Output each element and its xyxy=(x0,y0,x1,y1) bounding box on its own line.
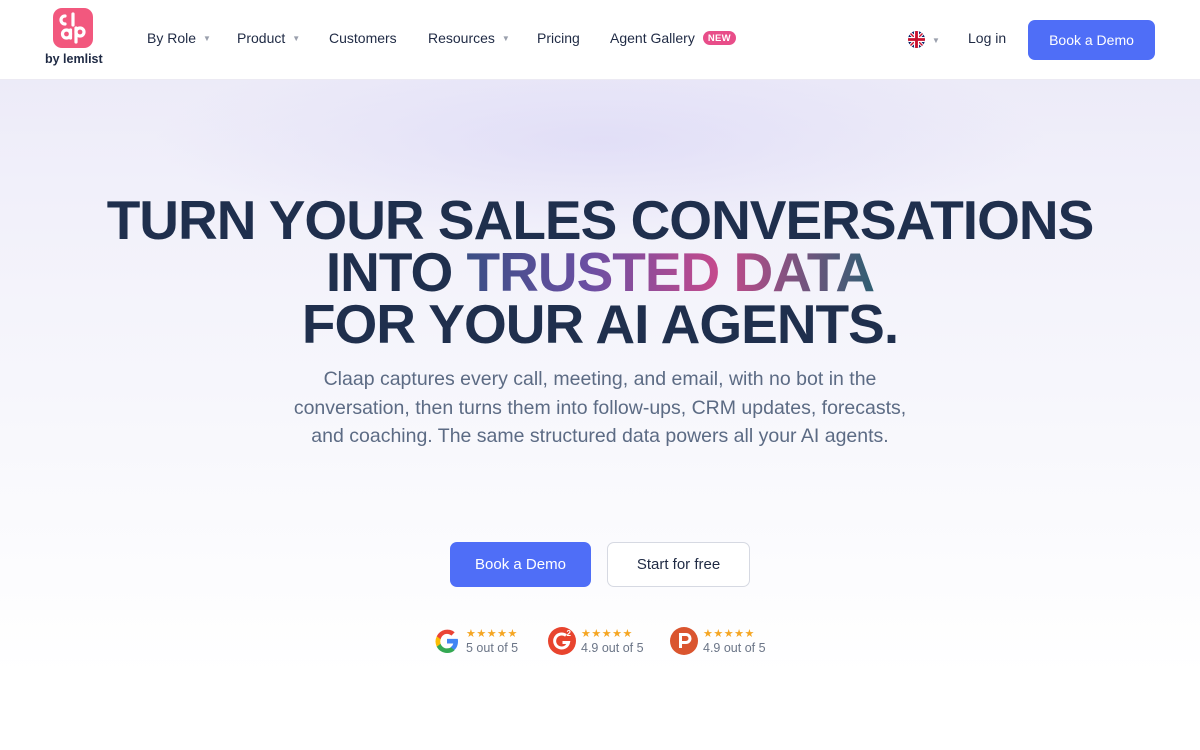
nav-label: Customers xyxy=(329,30,397,46)
rating-stars: ★★★★★ xyxy=(466,628,518,640)
rating-score: 4.9 out of 5 xyxy=(703,641,766,655)
chevron-down-icon: ▼ xyxy=(292,34,301,43)
book-demo-button[interactable]: Book a Demo xyxy=(450,542,591,587)
chevron-down-icon: ▼ xyxy=(932,35,940,45)
headline-line-3: FOR YOUR AI AGENTS. xyxy=(301,293,899,355)
producthunt-icon xyxy=(669,626,699,656)
svg-text:2: 2 xyxy=(567,629,572,638)
uk-flag-icon xyxy=(908,31,925,48)
nav-agent-gallery[interactable]: Agent Gallery NEW xyxy=(610,30,736,46)
logo-subtitle: by lemlist xyxy=(45,52,103,66)
chevron-down-icon: ▼ xyxy=(501,34,510,43)
rating-score: 5 out of 5 xyxy=(466,641,519,655)
nav-label: Agent Gallery xyxy=(610,30,695,46)
g2-icon: 2 xyxy=(547,626,577,656)
rating-producthunt: ★★★★★ 4.9 out of 5 xyxy=(669,626,779,658)
rating-stars: ★★★★★ xyxy=(703,628,755,640)
rating-score: 4.9 out of 5 xyxy=(581,641,644,655)
chevron-down-icon: ▼ xyxy=(203,34,211,43)
nav-label: Product xyxy=(237,30,286,46)
rating-stars: ★★★★★ xyxy=(581,628,633,640)
language-selector[interactable]: ▼ xyxy=(908,31,940,48)
nav-resources[interactable]: Resources ▼ xyxy=(428,30,510,46)
top-navbar: by lemlist By Role ▼ Product ▼ Customers… xyxy=(0,0,1200,80)
new-badge: NEW xyxy=(702,31,736,45)
hero-subtitle: Claap captures every call, meeting, and … xyxy=(293,368,907,447)
rating-google: ★★★★★ 5 out of 5 xyxy=(432,626,532,658)
nav-label: Pricing xyxy=(537,30,580,46)
rating-g2: 2 ★★★★★ 4.9 out of 5 xyxy=(547,626,657,658)
nav-customers[interactable]: Customers xyxy=(329,30,397,46)
nav-pricing[interactable]: Pricing xyxy=(537,30,580,46)
headline-line-1: TURN YOUR SALES CONVERSATIONS xyxy=(106,189,1095,251)
headline-line-2: INTO TRUSTED DATA xyxy=(0,245,1200,300)
nav-label: By Role xyxy=(147,30,197,46)
hero-headline: TURN YOUR SALES CONVERSATIONS INTO TRUST… xyxy=(0,189,1200,355)
start-free-button[interactable]: Start for free xyxy=(607,542,750,587)
nav-by-role[interactable]: By Role ▼ xyxy=(147,30,211,46)
google-icon xyxy=(432,626,462,656)
nav-product[interactable]: Product ▼ xyxy=(237,30,300,46)
nav-label: Resources xyxy=(428,30,495,46)
login-link[interactable]: Log in xyxy=(968,30,1006,46)
claap-logo[interactable]: by lemlist xyxy=(45,8,103,70)
book-demo-nav-button[interactable]: Book a Demo xyxy=(1028,20,1155,60)
claap-logo-icon xyxy=(53,8,93,48)
